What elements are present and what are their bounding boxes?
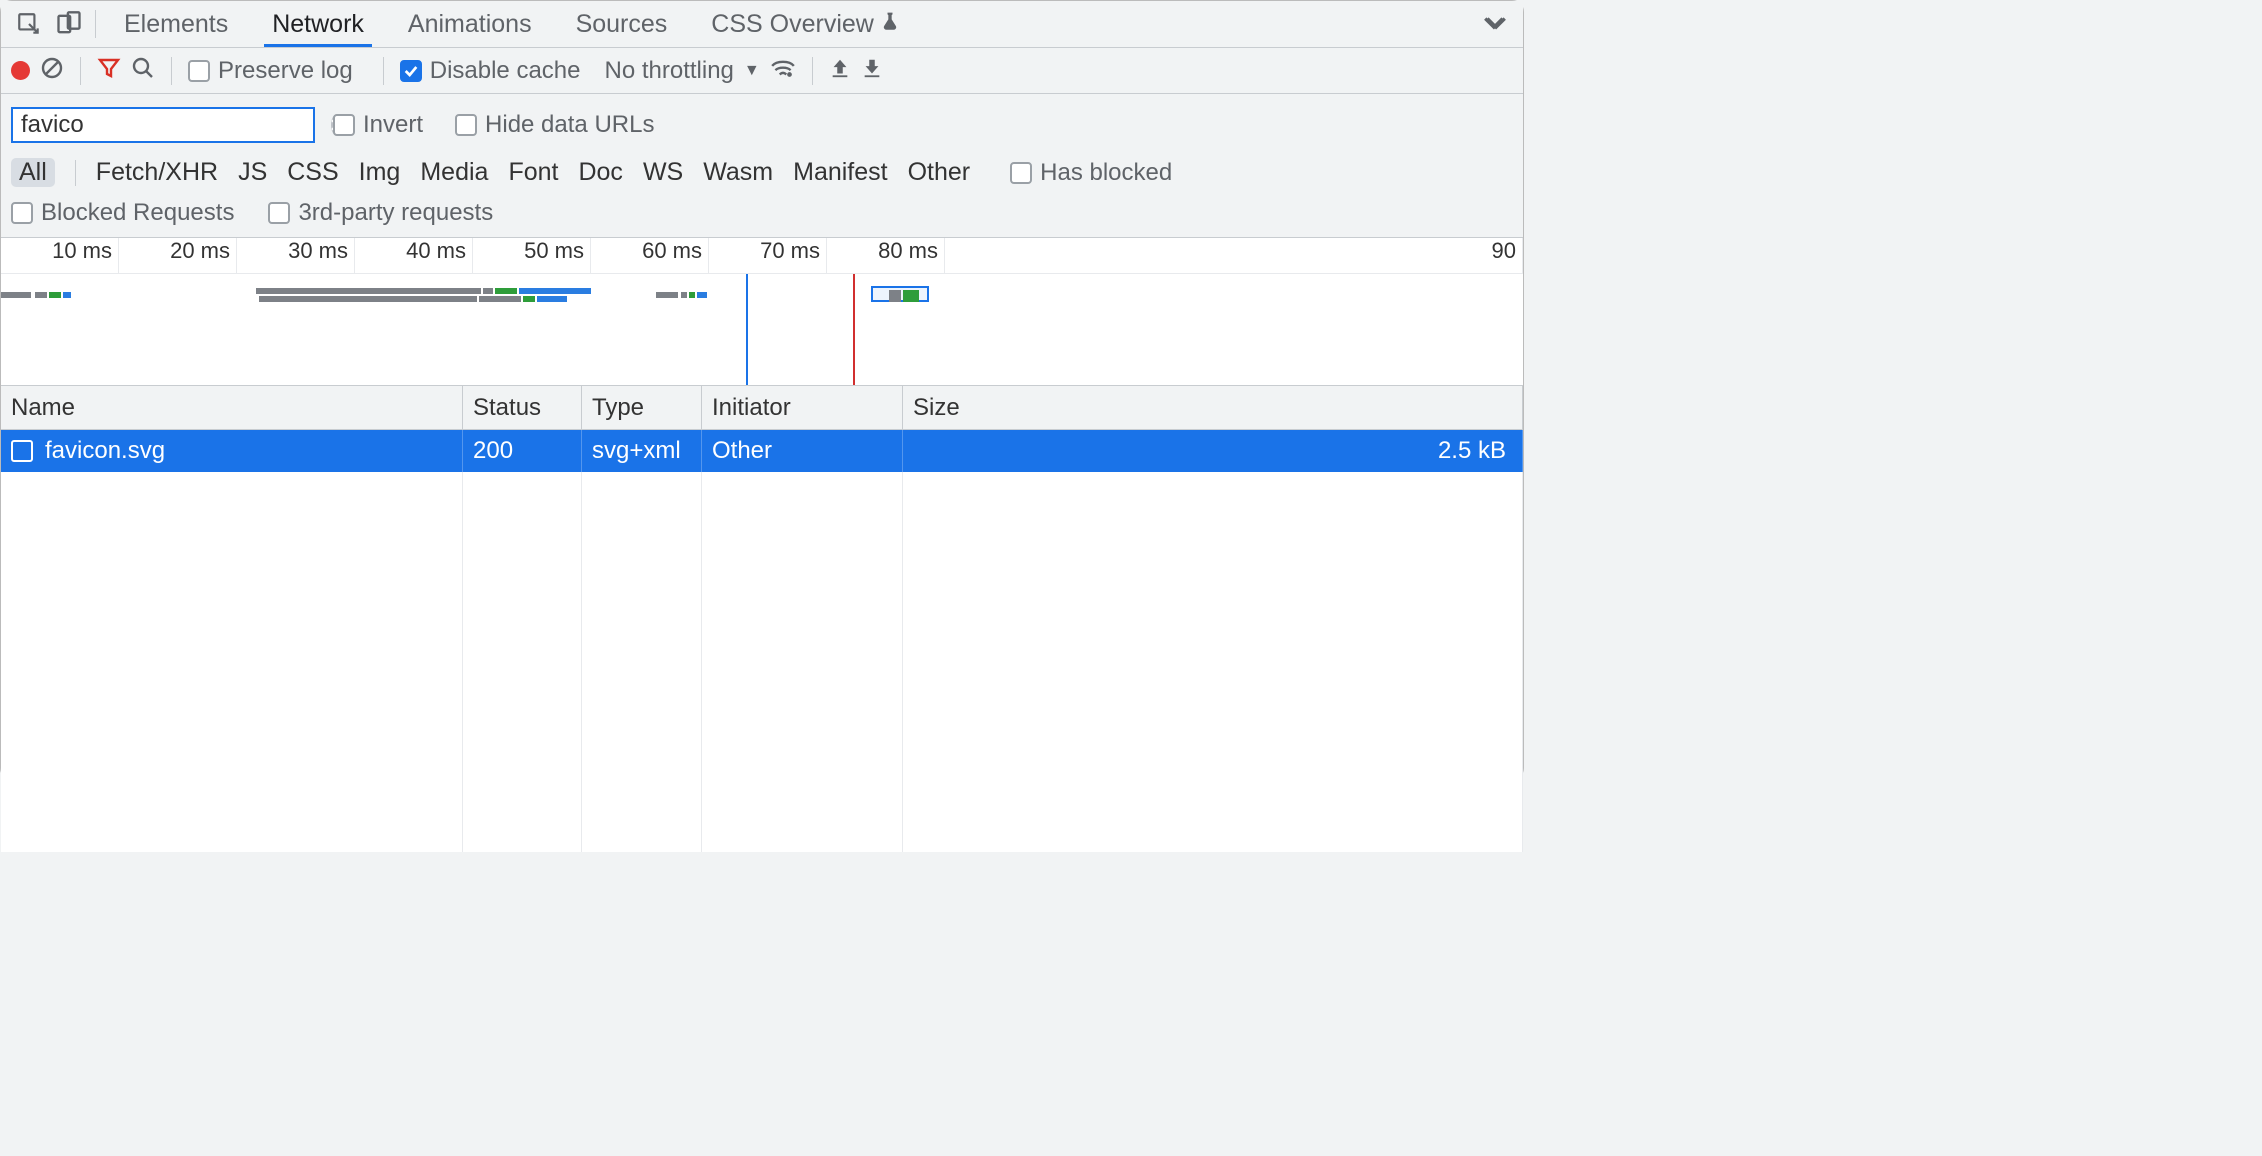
- clear-icon[interactable]: [40, 56, 64, 85]
- tick: 10 ms: [1, 238, 119, 273]
- tick: 60 ms: [591, 238, 709, 273]
- devtools-tabs: Elements Network Animations Sources CSS …: [102, 1, 922, 47]
- type-filter-wasm[interactable]: Wasm: [703, 158, 773, 187]
- type-filter-css[interactable]: CSS: [287, 158, 338, 187]
- col-size[interactable]: Size: [903, 386, 1523, 429]
- separator: [95, 10, 96, 38]
- separator: [812, 57, 813, 85]
- checkbox-icon: [268, 202, 290, 224]
- checkbox-icon: [188, 60, 210, 82]
- timeline-ticks: 10 ms 20 ms 30 ms 40 ms 50 ms 60 ms 70 m…: [1, 238, 1523, 274]
- resource-type-filters: All Fetch/XHR JS CSS Img Media Font Doc …: [11, 148, 1513, 193]
- tab-elements[interactable]: Elements: [102, 1, 250, 47]
- separator: [80, 57, 81, 85]
- cell-text: favicon.svg: [45, 437, 165, 465]
- inspect-icon[interactable]: [9, 4, 49, 44]
- tick: 90: [945, 238, 1523, 273]
- type-filter-doc[interactable]: Doc: [578, 158, 622, 187]
- checkbox-icon: [455, 114, 477, 136]
- tab-label: CSS Overview: [711, 10, 874, 39]
- network-toolbar: Preserve log Disable cache No throttling…: [1, 48, 1523, 94]
- timeline-body: [1, 274, 1523, 386]
- disable-cache-toggle[interactable]: Disable cache: [400, 57, 581, 85]
- upload-har-icon[interactable]: [829, 57, 851, 84]
- record-toggle[interactable]: [11, 61, 30, 80]
- table-row[interactable]: favicon.svg 200 svg+xml Other 2.5 kB: [1, 430, 1523, 472]
- filter-bar: Invert Hide data URLs All Fetch/XHR JS C…: [1, 94, 1523, 238]
- timeline-selection[interactable]: [871, 286, 929, 302]
- separator: [75, 160, 76, 186]
- more-tabs-icon[interactable]: [1475, 4, 1515, 44]
- type-filter-img[interactable]: Img: [359, 158, 401, 187]
- file-icon: [11, 440, 33, 462]
- third-party-toggle[interactable]: 3rd-party requests: [268, 199, 493, 227]
- cell-size: 2.5 kB: [903, 430, 1523, 472]
- search-icon[interactable]: [131, 56, 155, 85]
- type-filter-manifest[interactable]: Manifest: [793, 158, 887, 187]
- type-filter-js[interactable]: JS: [238, 158, 267, 187]
- col-name[interactable]: Name: [1, 386, 463, 429]
- tick: 20 ms: [119, 238, 237, 273]
- requests-table: Name Status Type Initiator Size favicon.…: [1, 386, 1523, 852]
- tab-css-overview[interactable]: CSS Overview: [689, 1, 922, 47]
- hide-data-urls-toggle[interactable]: Hide data URLs: [455, 111, 654, 139]
- domcontentloaded-marker: [746, 274, 748, 386]
- throttling-select[interactable]: No throttling ▼: [604, 57, 759, 85]
- device-toggle-icon[interactable]: [49, 4, 89, 44]
- blocked-requests-toggle[interactable]: Blocked Requests: [11, 199, 234, 227]
- tab-sources[interactable]: Sources: [554, 1, 690, 47]
- flask-icon: [880, 10, 900, 39]
- cell-type: svg+xml: [582, 430, 702, 472]
- throttling-label: No throttling: [604, 57, 733, 85]
- checkbox-icon: [400, 60, 422, 82]
- type-filter-other[interactable]: Other: [908, 158, 971, 187]
- tick: 80 ms: [827, 238, 945, 273]
- tick: 70 ms: [709, 238, 827, 273]
- label: 3rd-party requests: [298, 199, 493, 227]
- filter-icon[interactable]: [97, 56, 121, 85]
- col-status[interactable]: Status: [463, 386, 582, 429]
- filter-input[interactable]: [21, 111, 331, 139]
- checkbox-icon: [1010, 162, 1032, 184]
- col-initiator[interactable]: Initiator: [702, 386, 903, 429]
- network-conditions-icon[interactable]: [770, 57, 796, 84]
- tab-animations[interactable]: Animations: [386, 1, 554, 47]
- tab-network[interactable]: Network: [250, 1, 386, 47]
- empty-rows: [1, 472, 1523, 852]
- type-filter-fetchxhr[interactable]: Fetch/XHR: [96, 158, 218, 187]
- label: Preserve log: [218, 57, 353, 85]
- tick: 50 ms: [473, 238, 591, 273]
- load-marker: [853, 274, 855, 386]
- table-header: Name Status Type Initiator Size: [1, 386, 1523, 430]
- chevron-down-icon: ▼: [744, 62, 760, 80]
- label: Invert: [363, 111, 423, 139]
- cell-name: favicon.svg: [1, 430, 463, 472]
- checkbox-icon: [333, 114, 355, 136]
- type-filter-all[interactable]: All: [11, 158, 55, 187]
- type-filter-media[interactable]: Media: [420, 158, 488, 187]
- cell-status: 200: [463, 430, 582, 472]
- separator: [383, 57, 384, 85]
- cell-initiator: Other: [702, 430, 903, 472]
- label: Hide data URLs: [485, 111, 654, 139]
- checkbox-icon: [11, 202, 33, 224]
- preserve-log-toggle[interactable]: Preserve log: [188, 57, 353, 85]
- col-type[interactable]: Type: [582, 386, 702, 429]
- label: Blocked Requests: [41, 199, 234, 227]
- type-filter-font[interactable]: Font: [508, 158, 558, 187]
- tick: 30 ms: [237, 238, 355, 273]
- devtools-tabbar: Elements Network Animations Sources CSS …: [1, 1, 1523, 48]
- label: Has blocked: [1040, 159, 1172, 187]
- timeline-overview[interactable]: 10 ms 20 ms 30 ms 40 ms 50 ms 60 ms 70 m…: [1, 238, 1523, 386]
- label: Disable cache: [430, 57, 581, 85]
- filter-input-wrap: [11, 107, 315, 143]
- invert-toggle[interactable]: Invert: [333, 111, 423, 139]
- separator: [171, 57, 172, 85]
- has-blocked-toggle[interactable]: Has blocked: [1010, 159, 1172, 187]
- download-har-icon[interactable]: [861, 57, 883, 84]
- type-filter-ws[interactable]: WS: [643, 158, 683, 187]
- tick: 40 ms: [355, 238, 473, 273]
